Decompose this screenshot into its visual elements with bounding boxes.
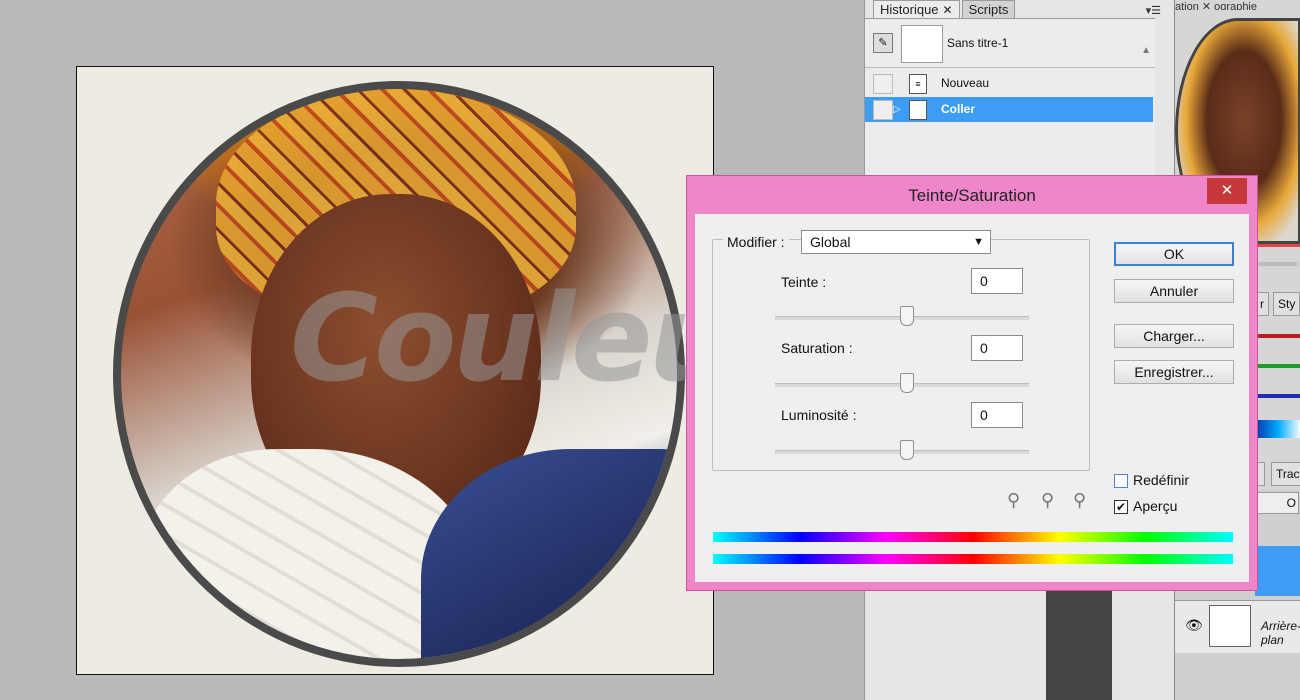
history-item-label: Coller (941, 102, 976, 116)
navigator-tabs[interactable]: ation ✕ ographie (1175, 0, 1300, 10)
layer-name: Arrière-plan (1261, 619, 1300, 647)
green-slider[interactable] (1255, 364, 1300, 368)
history-item-label: Nouveau (941, 76, 990, 90)
input-color-spectrum (713, 532, 1233, 542)
saturation-label: Saturation : (781, 340, 853, 356)
colorize-checkbox[interactable] (1114, 474, 1128, 488)
history-snapshot[interactable]: ✎ Sans titre-1 (865, 19, 1155, 68)
tab-history-label: Historique (880, 2, 939, 17)
eyedropper-minus-icon[interactable]: ⚲ (1073, 490, 1086, 511)
dialog-title: Teinte/Saturation (908, 186, 1036, 205)
history-state-marker-icon: ▷ (893, 104, 901, 115)
tab-scripts[interactable]: Scripts (961, 0, 1016, 18)
dialog-body: Modifier : Global ▼ Teinte : 0 Saturatio… (695, 214, 1249, 582)
layer-row-background[interactable]: 👁 Arrière-plan (1175, 600, 1300, 653)
document-icon: ≡ (909, 100, 927, 120)
chevron-down-icon: ▼ (973, 236, 984, 248)
preview-checkbox[interactable]: ✔ (1114, 500, 1128, 514)
panel-dock-strip (1046, 590, 1112, 700)
close-icon[interactable]: ✕ (1207, 178, 1247, 204)
history-item-nouveau[interactable]: ≡ Nouveau (865, 71, 1153, 96)
cancel-button[interactable]: Annuler (1114, 279, 1234, 303)
hue-slider-handle[interactable] (900, 306, 914, 326)
tab-history[interactable]: Historique ✕ (873, 0, 960, 18)
hue-input[interactable]: 0 (971, 268, 1023, 294)
saturation-input[interactable]: 0 (971, 335, 1023, 361)
layer-thumbnail (1209, 605, 1251, 647)
blue-slider[interactable] (1255, 394, 1300, 398)
tab-paths[interactable]: Trac (1271, 462, 1300, 486)
brush-icon[interactable]: ✎ (873, 33, 893, 53)
history-item-coller[interactable]: ▷ ≡ Coller (865, 97, 1153, 122)
tab-scripts-label: Scripts (968, 2, 1009, 17)
eye-icon[interactable]: 👁 (1185, 617, 1203, 634)
lightness-label: Luminosité : (781, 407, 857, 423)
lightness-slider-handle[interactable] (900, 440, 914, 460)
adjustment-group (712, 239, 1090, 471)
lightness-input[interactable]: 0 (971, 402, 1023, 428)
modifier-value: Global (810, 234, 851, 250)
save-button[interactable]: Enregistrer... (1114, 360, 1234, 384)
preview-label: Aperçu (1133, 498, 1178, 514)
close-icon[interactable]: ✕ (943, 3, 953, 17)
selected-layer[interactable] (1255, 546, 1300, 596)
panel-menu-icon[interactable]: ▾☰ (1146, 4, 1161, 17)
tab-styles[interactable]: Sty (1273, 292, 1300, 316)
red-slider[interactable] (1255, 334, 1300, 338)
colorize-label: Redéfinir (1133, 472, 1190, 488)
hue-label: Teinte : (781, 274, 827, 290)
color-ramp[interactable] (1255, 420, 1300, 438)
modifier-select[interactable]: Global ▼ (801, 230, 991, 254)
saturation-slider-handle[interactable] (900, 373, 914, 393)
history-source-checkbox[interactable] (873, 74, 893, 94)
output-color-spectrum (713, 554, 1233, 564)
load-button[interactable]: Charger... (1114, 324, 1234, 348)
hue-saturation-dialog: Teinte/Saturation ✕ Modifier : Global ▼ … (686, 175, 1258, 591)
ok-button[interactable]: OK (1114, 242, 1234, 266)
snapshot-thumbnail (901, 25, 943, 63)
scroll-up-icon[interactable]: ▲ (1141, 45, 1151, 56)
history-list: ✎ Sans titre-1 ▲ ≡ Nouveau ▷ ≡ Coller (865, 18, 1155, 179)
eyedropper-plus-icon[interactable]: ⚲ (1041, 490, 1054, 511)
history-source-checkbox[interactable] (873, 100, 893, 120)
eyedropper-icon[interactable]: ⚲ (1007, 490, 1020, 511)
document-icon: ≡ (909, 74, 927, 94)
modifier-label: Modifier : (723, 234, 789, 250)
blend-mode-select[interactable]: O (1255, 492, 1299, 514)
snapshot-label: Sans titre-1 (947, 36, 1009, 50)
history-tabs: Historique ✕ Scripts (873, 0, 1017, 18)
